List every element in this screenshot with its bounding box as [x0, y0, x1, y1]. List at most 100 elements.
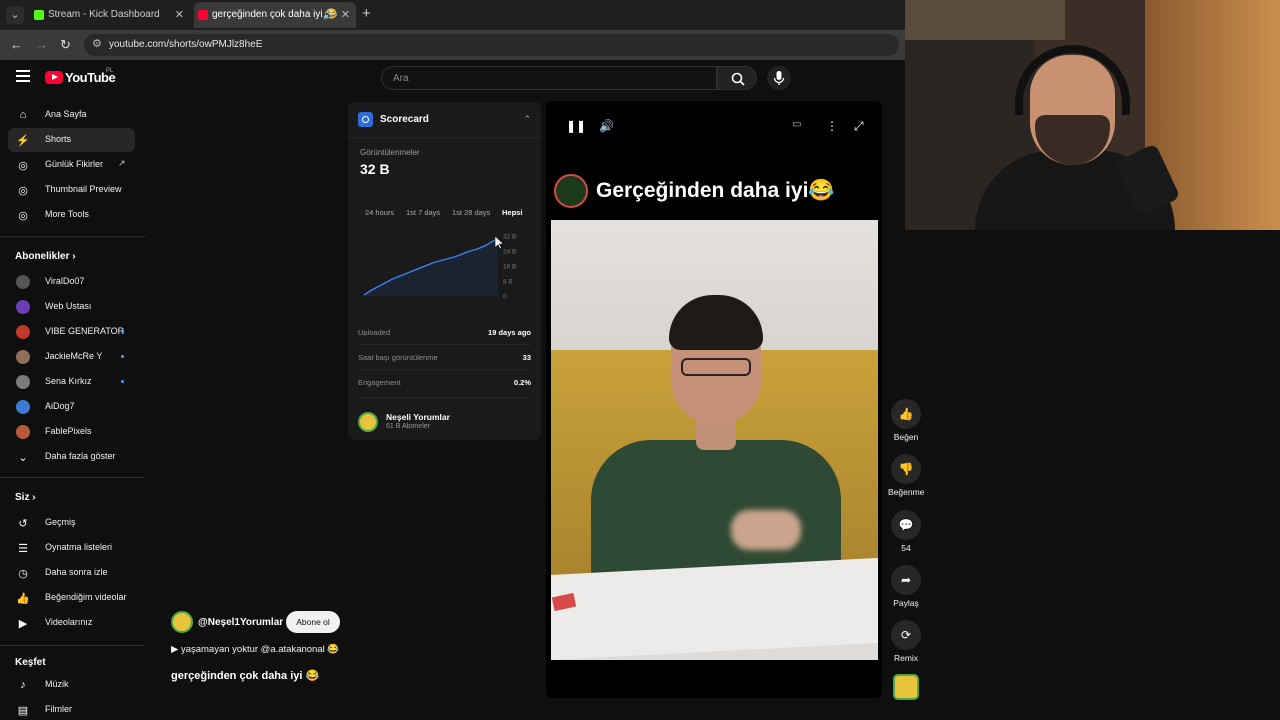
sidebar-item-watch-later[interactable]: ◷ Daha sonra izle [8, 561, 135, 585]
sidebar-item-more-tools[interactable]: ◎ More Tools [8, 203, 135, 227]
share-button[interactable]: ➦ Paylaş [888, 565, 924, 608]
sidebar-item-music[interactable]: ♪ Müzik [8, 673, 135, 697]
more-options-icon[interactable]: ⋮ [826, 119, 838, 133]
back-icon[interactable]: ← [10, 37, 23, 52]
chart-y-tick-label: 8 B [503, 279, 513, 286]
close-tab-icon[interactable]: ✕ [341, 2, 350, 28]
channel-avatar[interactable] [358, 412, 378, 432]
search-button[interactable] [717, 66, 757, 90]
browser-toolbar: ← → ↻ ⚙ youtube.com/shorts/owPMJlz8heE [0, 30, 905, 60]
views-value: 32 B [360, 161, 390, 177]
scorecard-header[interactable]: Scorecard ⌃ [348, 102, 541, 138]
range-all[interactable]: Hepsi [502, 208, 522, 217]
dislike-button[interactable]: 👎 Beğenme [888, 454, 924, 497]
views-line-chart: 32 B 24 B 16 B 8 B 0 [363, 234, 516, 301]
new-tab-icon[interactable]: + [362, 5, 371, 22]
chevron-down-icon: ⌄ [18, 451, 28, 464]
subscriptions-heading[interactable]: Abonelikler › [15, 251, 76, 262]
tab-search-icon[interactable]: ⌄ [6, 6, 24, 24]
comment-icon: 💬 [891, 510, 921, 540]
volume-icon[interactable]: 🔊 [599, 119, 614, 133]
video-person-glasses [681, 358, 751, 376]
channel-name[interactable]: Neşeli Yorumlar [386, 412, 450, 422]
search-placeholder: Ara [393, 73, 409, 84]
tab-kick-dashboard[interactable]: Stream - Kick Dashboard ✕ [30, 2, 190, 28]
sidebar-item-shorts[interactable]: ⚡ Shorts [8, 128, 135, 152]
sidebar-item-subscription[interactable]: Web Ustası [8, 295, 135, 319]
scorecard-title: Scorecard [380, 114, 429, 125]
close-tab-icon[interactable]: ✕ [175, 2, 184, 28]
short-music-line[interactable]: ▶ yaşamayan yoktur @a.atakanonal 😂 [171, 644, 339, 655]
views-per-hour-value: 33 [522, 353, 531, 362]
voice-search-button[interactable] [767, 66, 791, 90]
action-label: Remix [893, 653, 919, 663]
video-frame[interactable] [551, 220, 878, 660]
sidebar-item-label: Sena Kırkız [45, 376, 92, 386]
sidebar-item-label: Videolarınız [45, 617, 93, 627]
channel-avatar [16, 425, 30, 439]
fullscreen-icon[interactable]: ⤢ [854, 119, 864, 134]
channel-subscribers: 61 B Aboneler [386, 423, 430, 430]
short-channel-handle[interactable]: @Neşel1Yorumlar [198, 617, 283, 628]
clock-icon: ◷ [18, 567, 28, 580]
address-bar[interactable]: ⚙ youtube.com/shorts/owPMJlz8heE [84, 34, 899, 56]
shorts-icon: ⚡ [16, 134, 30, 147]
sidebar-item-label: VIBE GENERATOR [45, 326, 125, 336]
comments-button[interactable]: 💬 54 [888, 510, 924, 553]
remix-button[interactable]: ⟳ Remix [888, 620, 924, 663]
shorts-player[interactable]: ❚❚ 🔊 ▭ ⋮ ⤢ Gerçeğinden daha iyi😂 [546, 101, 882, 698]
engagement-value: 0.2% [513, 378, 531, 387]
like-button[interactable]: 👍 Beğen [888, 399, 924, 442]
sidebar-item-subscription[interactable]: AiDog7 [8, 395, 135, 419]
search-input[interactable]: Ara [381, 66, 717, 90]
youtube-logo-icon[interactable] [45, 71, 63, 84]
sidebar-item-subscription[interactable]: JackieMcRe Y [8, 345, 135, 369]
action-label: 54 [901, 543, 911, 553]
new-content-dot [121, 355, 124, 358]
action-label: Beğen [893, 432, 919, 442]
sidebar-item-subscription[interactable]: VIBE GENERATOR [8, 320, 135, 344]
range-24-hours[interactable]: 24 hours [365, 208, 394, 217]
sidebar-item-label: Oynatma listeleri [45, 542, 113, 552]
short-channel-avatar[interactable] [171, 611, 193, 633]
sidebar-item-daily-ideas[interactable]: ◎ Günlük Fikirler ↗ [8, 153, 135, 177]
collapse-icon[interactable]: ⌃ [523, 114, 531, 125]
sound-source-avatar[interactable] [893, 674, 919, 700]
site-info-icon[interactable]: ⚙ [92, 37, 102, 50]
sidebar-item-home[interactable]: ⌂ Ana Sayfa [8, 103, 135, 127]
forward-icon[interactable]: → [35, 37, 48, 52]
thumbs-down-icon: 👎 [891, 454, 921, 484]
show-more-button[interactable]: ⌄ Daha fazla göster [8, 445, 135, 469]
channel-avatar [16, 300, 30, 314]
sidebar-item-label: JackieMcRe Y [45, 351, 103, 361]
sidebar-item-label: Geçmiş [45, 517, 76, 527]
sidebar-item-movies[interactable]: ▤ Filmler [8, 698, 135, 720]
range-7-days[interactable]: 1st 7 days [406, 208, 440, 217]
sidebar-item-liked-videos[interactable]: 👍 Beğendiğim videolar [8, 586, 135, 610]
sidebar-item-subscription[interactable]: Sena Kırkız [8, 370, 135, 394]
you-heading[interactable]: Siz › [15, 492, 36, 503]
tab-youtube-short[interactable]: gerçeğinden çok daha iyi 😂 🔊 ✕ [194, 2, 356, 28]
sidebar-item-history[interactable]: ↺ Geçmiş [8, 511, 135, 535]
captions-icon[interactable]: ▭ [792, 119, 801, 130]
chart-y-tick-label: 32 B [503, 234, 516, 241]
subscribe-button[interactable]: Abone ol [286, 611, 340, 633]
sidebar-item-thumbnail-preview[interactable]: ◎ Thumbnail Preview [8, 178, 135, 202]
sidebar-item-playlists[interactable]: ☰ Oynatma listeleri [8, 536, 135, 560]
url-text[interactable]: youtube.com/shorts/owPMJlz8heE [109, 39, 262, 50]
sidebar-item-subscription[interactable]: ViralDo07 [8, 270, 135, 294]
pause-icon[interactable]: ❚❚ [566, 119, 586, 133]
reload-icon[interactable]: ↻ [60, 37, 71, 53]
show-more-label: Daha fazla göster [45, 451, 116, 461]
sidebar-item-label: Shorts [45, 134, 72, 144]
sidebar-item-label: AiDog7 [45, 401, 75, 411]
row-divider [358, 369, 531, 370]
tab-audio-icon[interactable]: 🔊 [323, 2, 334, 28]
share-icon: ➦ [891, 565, 921, 595]
range-28-days[interactable]: 1st 28 days [452, 208, 490, 217]
sidebar-divider [0, 236, 145, 237]
subscriptions-title: Abonelikler [15, 251, 70, 262]
hamburger-menu-icon[interactable] [16, 70, 30, 84]
sidebar-item-your-videos[interactable]: ▶ Videolarınız [8, 611, 135, 635]
sidebar-item-subscription[interactable]: FablePixels [8, 420, 135, 444]
